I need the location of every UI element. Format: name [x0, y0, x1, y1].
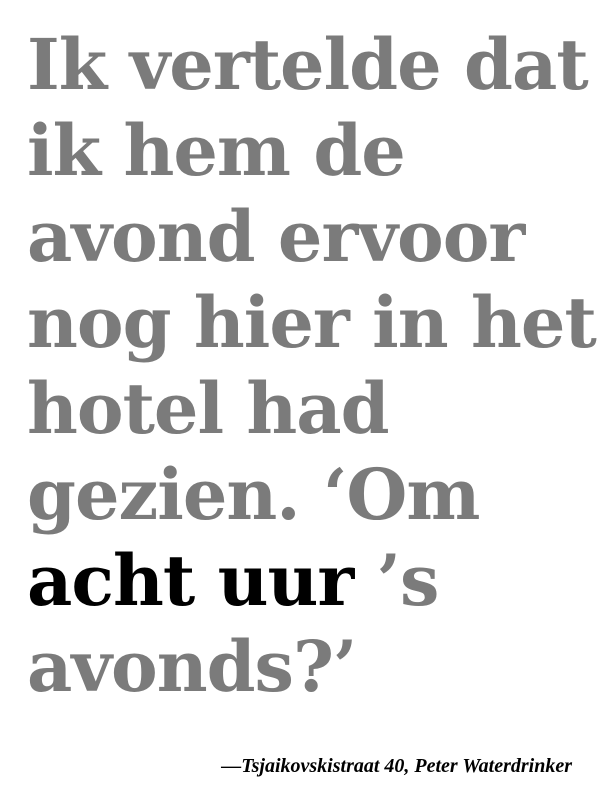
quote-line: avond ervoor	[27, 195, 525, 278]
quote-line-emphasis: acht uur ’s	[27, 538, 587, 624]
attribution: —Tsjaikovskistraat 40, Peter Waterdrinke…	[221, 755, 572, 777]
quote-line: avonds?’	[27, 625, 357, 708]
quote-emphasis: acht uur	[27, 539, 354, 622]
quote-text: Ik vertelde dat ik hem de avond ervoor n…	[27, 22, 597, 710]
quote-line: Ik vertelde dat	[27, 23, 589, 106]
quote-line: ik hem de	[27, 109, 406, 192]
quote-line: nog hier in het	[27, 281, 597, 364]
quote-line: hotel had	[27, 367, 390, 450]
quote-emphasis-tail: ’s	[353, 539, 440, 622]
quote-line: gezien. ‘Om	[27, 453, 480, 536]
